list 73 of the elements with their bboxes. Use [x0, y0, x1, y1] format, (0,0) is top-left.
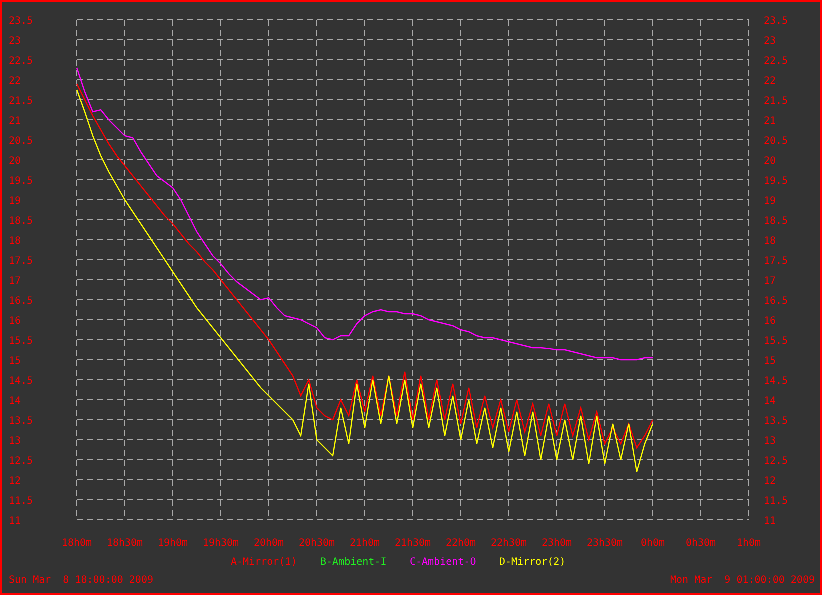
y-axis-label: 20.5 [764, 136, 788, 147]
x-axis-label: 21h30m [394, 538, 432, 549]
x-axis-label: 19h30m [202, 538, 240, 549]
y-axis-label: 17.5 [9, 256, 34, 267]
y-axis-label: 15.5 [9, 336, 34, 347]
y-axis-label: 23 [9, 36, 22, 47]
x-axis-label: 18h0m [62, 538, 92, 549]
legend-label: C-Ambient-O [410, 557, 476, 568]
x-axis-label: 19h0m [158, 538, 188, 549]
y-axis-label: 21.5 [9, 96, 34, 107]
x-axis-label: 23h30m [586, 538, 624, 549]
y-axis-label: 13 [764, 436, 776, 447]
x-axis-label: 20h0m [254, 538, 284, 549]
y-axis-label: 13 [9, 436, 22, 447]
y-axis-label: 23 [764, 36, 776, 47]
y-axis-label: 12.5 [9, 456, 34, 467]
legend-label: B-Ambient-I [320, 557, 387, 568]
y-axis-label: 21 [9, 116, 22, 127]
y-axis-label: 18 [764, 236, 776, 247]
y-axis-label: 23.5 [9, 16, 34, 27]
y-axis-label: 20 [9, 156, 22, 167]
start-time: Sun Mar 8 18:00:00 2009 [9, 575, 154, 587]
y-axis-label: 11.5 [9, 496, 34, 507]
y-axis-label: 14.5 [764, 376, 788, 387]
x-axis-label: 1h0m [736, 538, 762, 549]
x-axis-label: 22h0m [446, 538, 476, 549]
y-axis-label: 19.5 [9, 176, 34, 187]
y-axis-label: 14 [764, 396, 776, 407]
y-axis-label: 21.5 [764, 96, 788, 107]
x-axis-label: 18h30m [106, 538, 144, 549]
y-axis-label: 18.5 [9, 216, 34, 227]
x-axis-label: 0h30m [686, 538, 716, 549]
end-time: Mon Mar 9 01:00:00 2009 [670, 575, 815, 587]
y-axis-label: 17.5 [764, 256, 788, 267]
y-axis-label: 20.5 [9, 136, 34, 147]
y-axis-label: 14 [9, 396, 22, 407]
x-axis-label: 20h30m [298, 538, 336, 549]
y-axis-label: 18.5 [764, 216, 788, 227]
y-axis-label: 13.5 [764, 416, 788, 427]
y-axis-label: 18 [9, 236, 22, 247]
y-axis-label: 20 [764, 156, 776, 167]
x-axis-label: 21h0m [350, 538, 380, 549]
y-axis-label: 11.5 [764, 496, 788, 507]
y-axis-label: 22 [764, 76, 776, 87]
y-axis-label: 17 [9, 276, 22, 287]
y-axis-label: 16 [9, 316, 22, 327]
y-axis-label: 15 [764, 356, 776, 367]
x-axis-label: 22h30m [490, 538, 528, 549]
y-axis-label: 12 [764, 476, 776, 487]
y-axis-label: 14.5 [9, 376, 34, 387]
legend-label: D-Mirror(2) [500, 557, 566, 568]
y-axis-label: 22 [9, 76, 22, 87]
y-axis-label: 16 [764, 316, 776, 327]
y-axis-label: 12 [9, 476, 22, 487]
y-axis-label: 13.5 [9, 416, 34, 427]
x-axis-label: 23h0m [542, 538, 572, 549]
y-axis-label: 11 [764, 516, 776, 527]
x-axis-label: 0h0m [640, 538, 666, 549]
y-axis-label: 15 [9, 356, 22, 367]
y-axis-label: 16.5 [764, 296, 788, 307]
y-axis-label: 21 [764, 116, 776, 127]
y-axis-label: 15.5 [764, 336, 788, 347]
y-axis-label: 19 [764, 196, 776, 207]
y-axis-label: 16.5 [9, 296, 34, 307]
y-axis-label: 11 [9, 516, 22, 527]
y-axis-label: 23.5 [764, 16, 788, 27]
y-axis-label: 19 [9, 196, 22, 207]
y-axis-label: 12.5 [764, 456, 788, 467]
y-axis-label: 22.5 [9, 56, 34, 67]
y-axis-label: 22.5 [764, 56, 788, 67]
y-axis-label: 17 [764, 276, 776, 287]
y-axis-label: 19.5 [764, 176, 788, 187]
legend-label: A-Mirror(1) [231, 557, 298, 568]
